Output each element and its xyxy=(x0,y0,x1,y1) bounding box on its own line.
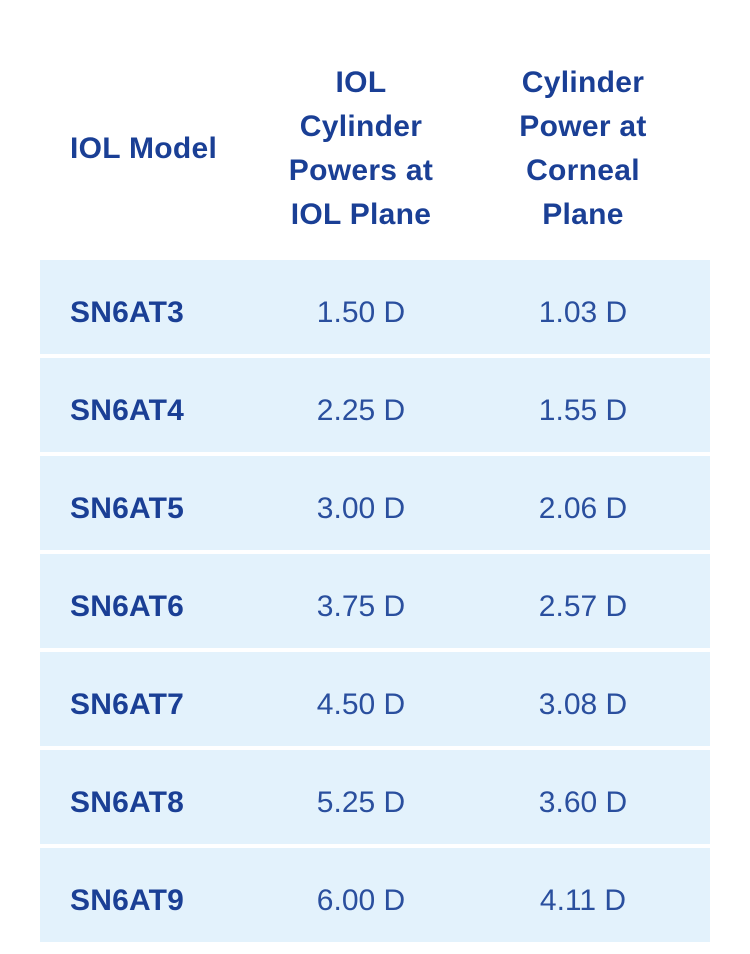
cylinder-power-table: IOL Model IOL Cylinder Powers at IOL Pla… xyxy=(40,0,710,942)
iol-power-cell: 1.50 D xyxy=(316,296,406,329)
header-line: IOL Plane xyxy=(290,198,432,231)
table-row: SN6AT7 4.50 D 3.08 D xyxy=(40,652,710,746)
model-cell: SN6AT8 xyxy=(70,786,185,819)
table-row: SN6AT6 3.75 D 2.57 D xyxy=(40,554,710,648)
header-line: Power at xyxy=(519,110,647,143)
header-line: Corneal xyxy=(526,154,640,187)
header-corneal-cylinder-power: Cylinder Power at Corneal Plane xyxy=(472,61,694,237)
corneal-power-cell: 1.55 D xyxy=(538,394,628,427)
iol-power-cell: 3.75 D xyxy=(316,590,406,623)
corneal-power-cell: 3.08 D xyxy=(538,688,628,721)
header-line: Cylinder xyxy=(299,110,423,143)
corneal-power-cell: 1.03 D xyxy=(538,296,628,329)
header-iol-model: IOL Model xyxy=(70,132,218,165)
table-row: SN6AT3 1.50 D 1.03 D xyxy=(40,260,710,354)
corneal-power-cell: 2.57 D xyxy=(538,590,628,623)
table-row: SN6AT9 6.00 D 4.11 D xyxy=(40,848,710,942)
model-cell: SN6AT4 xyxy=(70,394,185,427)
corneal-power-cell: 4.11 D xyxy=(539,884,627,917)
iol-power-cell: 4.50 D xyxy=(316,688,406,721)
header-line: Cylinder xyxy=(521,66,645,99)
model-cell: SN6AT5 xyxy=(70,492,185,525)
iol-power-cell: 5.25 D xyxy=(316,786,406,819)
table-row: SN6AT8 5.25 D 3.60 D xyxy=(40,750,710,844)
model-cell: SN6AT9 xyxy=(70,884,185,917)
header-line: Powers at xyxy=(288,154,434,187)
table-row: SN6AT4 2.25 D 1.55 D xyxy=(40,358,710,452)
header-line: Plane xyxy=(542,198,624,231)
iol-power-cell: 2.25 D xyxy=(316,394,406,427)
model-cell: SN6AT6 xyxy=(70,590,185,623)
header-line: IOL xyxy=(335,66,387,99)
header-iol-cylinder-powers: IOL Cylinder Powers at IOL Plane xyxy=(250,61,472,237)
table-body: SN6AT3 1.50 D 1.03 D SN6AT4 2.25 D 1.55 … xyxy=(40,260,710,946)
table-row: SN6AT5 3.00 D 2.06 D xyxy=(40,456,710,550)
corneal-power-cell: 2.06 D xyxy=(538,492,628,525)
table-header: IOL Model IOL Cylinder Powers at IOL Pla… xyxy=(40,0,710,260)
iol-power-cell: 3.00 D xyxy=(316,492,406,525)
model-cell: SN6AT7 xyxy=(70,688,185,721)
model-cell: SN6AT3 xyxy=(70,296,185,329)
corneal-power-cell: 3.60 D xyxy=(538,786,628,819)
iol-power-cell: 6.00 D xyxy=(316,884,406,917)
